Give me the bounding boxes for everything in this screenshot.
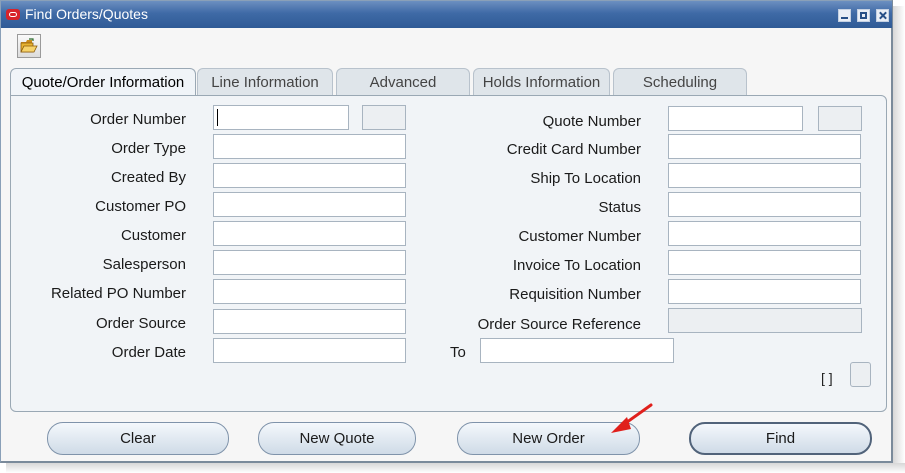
order-date-to-field[interactable] <box>480 338 674 363</box>
order-number-label: Order Number <box>90 111 186 128</box>
find-button[interactable]: Find <box>689 422 872 455</box>
quote-number-label: Quote Number <box>542 113 641 130</box>
maximize-icon[interactable] <box>857 9 870 22</box>
requisition-number-label: Requisition Number <box>509 286 641 303</box>
open-folder-icon <box>20 38 38 53</box>
credit-card-number-field[interactable] <box>668 134 861 159</box>
minimize-icon[interactable] <box>838 9 851 22</box>
related-po-number-field[interactable] <box>213 279 406 304</box>
customer-number-field[interactable] <box>668 221 861 246</box>
window-shadow-right <box>893 6 905 473</box>
window-title: Find Orders/Quotes <box>25 6 148 22</box>
clear-button[interactable]: Clear <box>47 422 229 455</box>
related-po-number-label: Related PO Number <box>50 285 186 302</box>
order-date-from-field[interactable] <box>213 338 406 363</box>
order-type-label: Order Type <box>111 140 186 157</box>
credit-card-number-label: Credit Card Number <box>506 141 641 158</box>
close-icon[interactable] <box>876 9 889 22</box>
order-source-label: Order Source <box>95 315 186 332</box>
order-source-field[interactable] <box>213 309 406 334</box>
customer-field[interactable] <box>213 221 406 246</box>
tab-quote-order-information[interactable]: Quote/Order Information <box>10 68 196 97</box>
customer-number-label: Customer Number <box>518 228 641 245</box>
window-shadow-bottom <box>6 463 905 473</box>
customer-po-field[interactable] <box>213 192 406 217</box>
title-bar[interactable]: Find Orders/Quotes <box>1 1 892 28</box>
quote-number-field[interactable] <box>668 106 803 131</box>
customer-label: Customer <box>120 227 186 244</box>
tab-holds-information[interactable]: Holds Information <box>473 68 610 96</box>
requisition-number-field[interactable] <box>668 279 861 304</box>
created-by-label: Created By <box>110 169 186 186</box>
order-type-field[interactable] <box>213 134 406 159</box>
ship-to-location-label: Ship To Location <box>530 170 641 187</box>
created-by-field[interactable] <box>213 163 406 188</box>
ship-to-location-field[interactable] <box>668 163 861 188</box>
status-field[interactable] <box>668 192 861 217</box>
quote-number-secondary-field[interactable] <box>818 106 862 131</box>
tab-scheduling[interactable]: Scheduling <box>613 68 747 96</box>
order-source-reference-field[interactable] <box>668 308 862 333</box>
invoice-to-location-field[interactable] <box>668 250 861 275</box>
red-arrow-icon <box>611 403 653 433</box>
order-date-to-label: To <box>450 344 466 361</box>
new-quote-button[interactable]: New Quote <box>258 422 416 455</box>
tab-advanced[interactable]: Advanced <box>336 68 470 96</box>
salesperson-field[interactable] <box>213 250 406 275</box>
customer-po-label: Customer PO <box>95 198 186 215</box>
flex-field-brackets[interactable]: [ ] <box>821 370 833 386</box>
status-label: Status <box>598 199 641 216</box>
text-cursor <box>217 109 218 126</box>
order-number-secondary-field[interactable] <box>362 105 406 130</box>
tab-line-information[interactable]: Line Information <box>197 68 333 96</box>
find-orders-window: Find Orders/Quotes Quote/Order Informati… <box>0 0 893 463</box>
oracle-logo-icon <box>6 9 20 20</box>
flex-field-box[interactable] <box>850 362 871 387</box>
order-number-field[interactable] <box>213 105 349 130</box>
order-source-reference-label: Order Source Reference <box>477 316 641 333</box>
order-date-label: Order Date <box>111 344 186 361</box>
salesperson-label: Salesperson <box>102 256 186 273</box>
invoice-to-location-label: Invoice To Location <box>512 257 641 274</box>
open-folder-button[interactable] <box>17 34 41 58</box>
